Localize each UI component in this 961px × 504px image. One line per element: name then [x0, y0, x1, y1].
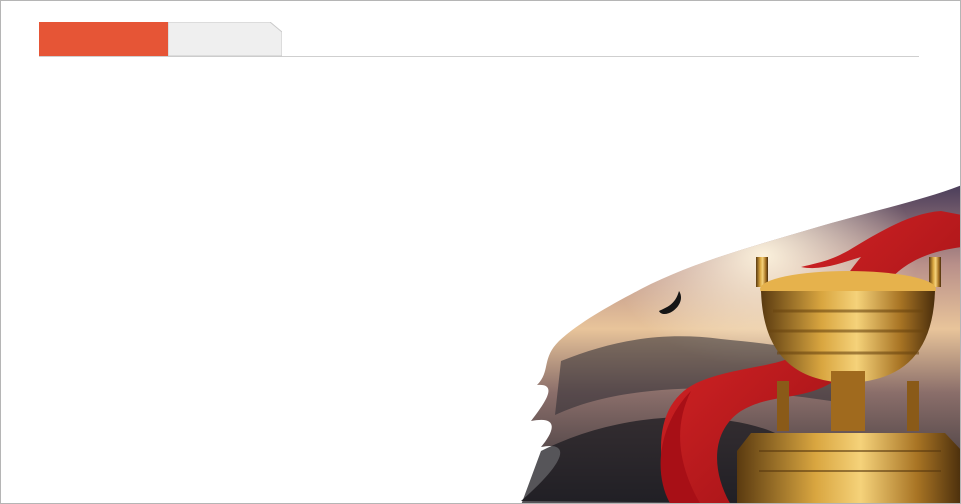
- decorative-illustration: [501, 171, 960, 503]
- slide: [0, 0, 961, 504]
- header-plain-tab: [168, 22, 282, 57]
- header-accent-tab: [39, 22, 168, 56]
